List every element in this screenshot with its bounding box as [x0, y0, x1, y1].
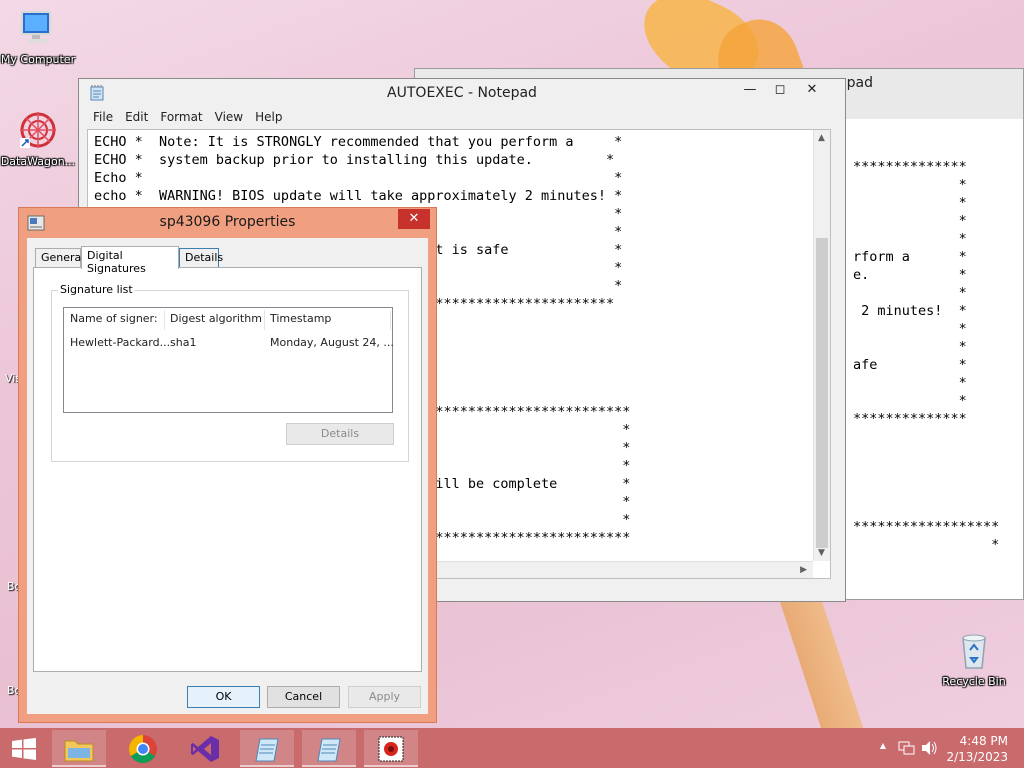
menu-view[interactable]: View — [209, 109, 249, 125]
column-header-digest[interactable]: Digest algorithm — [170, 312, 262, 325]
start-button[interactable] — [0, 730, 48, 767]
taskbar-visual-studio[interactable] — [178, 730, 232, 767]
signature-list[interactable]: Name of signer: Digest algorithm Timesta… — [63, 307, 394, 413]
close-button[interactable]: ✕ — [398, 209, 430, 229]
desktop-icon-label: My Computer — [0, 53, 76, 66]
title-bar[interactable]: AUTOEXEC - Notepad — ◻ ✕ — [79, 79, 845, 109]
ok-button[interactable]: OK — [187, 686, 260, 708]
column-separator[interactable] — [390, 310, 391, 330]
menu-file[interactable]: File — [87, 109, 119, 125]
properties-dialog[interactable]: sp43096 Properties ✕ General Digital Sig… — [18, 207, 437, 723]
clock-time: 4:48 PM — [959, 734, 1008, 748]
scroll-up-icon[interactable]: ▲ — [818, 133, 825, 143]
close-icon: ✕ — [806, 82, 818, 97]
maximize-icon: ◻ — [774, 82, 786, 97]
tab-details[interactable]: Details — [179, 248, 223, 268]
minimize-button[interactable]: — — [735, 79, 765, 101]
desktop-icon-datawagon[interactable]: DataWagon... — [0, 110, 76, 168]
desktop-icon-recycle-bin[interactable]: Recycle Bin — [936, 630, 1012, 688]
menu-format[interactable]: Format — [154, 109, 208, 125]
folder-icon — [64, 740, 94, 762]
tab-general[interactable]: General — [35, 248, 84, 268]
window-title: AUTOEXEC - Notepad — [387, 85, 537, 101]
title-bar[interactable]: sp43096 Properties ✕ — [19, 208, 436, 238]
apply-button[interactable]: Apply — [348, 686, 421, 708]
cancel-button[interactable]: Cancel — [267, 686, 340, 708]
clock[interactable]: 4:48 PM 2/13/2023 — [946, 733, 1008, 765]
desktop-icon-label: Recycle Bin — [942, 675, 1006, 688]
close-button[interactable]: ✕ — [795, 79, 829, 101]
column-header-timestamp[interactable]: Timestamp — [270, 312, 331, 325]
certificate-icon — [378, 736, 404, 762]
scroll-right-icon[interactable]: ▶ — [800, 565, 807, 575]
visual-studio-icon — [191, 736, 219, 762]
cell-timestamp: Monday, August 24, ... — [270, 336, 394, 349]
show-hidden-icons-icon[interactable]: ▲ — [880, 741, 886, 750]
notepad-icon — [255, 738, 279, 762]
signature-list-group: Signature list Name of signer: Digest al… — [51, 283, 409, 462]
taskbar: ▲ 4:48 PM 2/13/2023 — [0, 728, 1024, 768]
computer-icon — [21, 11, 51, 43]
tab-digital-signatures[interactable]: Digital Signatures — [81, 246, 179, 275]
windows-logo-icon — [12, 738, 36, 760]
dialog-body: General Digital Signatures Details Signa… — [27, 238, 428, 714]
group-label: Signature list — [58, 283, 135, 296]
taskbar-notepad[interactable] — [302, 730, 356, 767]
scrollbar-thumb[interactable] — [816, 238, 828, 548]
datawagon-icon — [20, 112, 56, 148]
recycle-bin-icon — [962, 634, 986, 669]
vertical-scrollbar[interactable]: ▲ ▼ — [813, 130, 830, 561]
taskbar-properties[interactable] — [364, 730, 418, 767]
cell-digest: sha1 — [170, 336, 197, 349]
taskbar-chrome[interactable] — [116, 730, 170, 767]
clock-date: 2/13/2023 — [946, 750, 1008, 764]
dialog-title: sp43096 Properties — [159, 214, 296, 230]
scroll-down-icon[interactable]: ▼ — [818, 548, 825, 558]
column-separator[interactable] — [164, 310, 165, 330]
taskbar-file-explorer[interactable] — [52, 730, 106, 767]
minimize-icon: — — [743, 82, 757, 97]
menu-help[interactable]: Help — [249, 109, 288, 125]
column-separator[interactable] — [264, 310, 265, 330]
menu-edit[interactable]: Edit — [119, 109, 154, 125]
network-icon[interactable] — [898, 740, 916, 756]
maximize-button[interactable]: ◻ — [765, 79, 795, 101]
close-icon: ✕ — [408, 211, 420, 226]
desktop-icon-label: DataWagon... — [0, 155, 76, 168]
notepad-icon — [317, 738, 341, 762]
chrome-icon — [129, 735, 157, 763]
column-header-signer[interactable]: Name of signer: — [70, 312, 158, 325]
taskbar-notepad[interactable] — [240, 730, 294, 767]
details-button[interactable]: Details — [286, 423, 394, 445]
volume-icon[interactable] — [920, 740, 938, 756]
desktop-icon-my-computer[interactable]: My Computer — [0, 8, 76, 66]
menu-bar: File Edit Format View Help — [79, 109, 845, 129]
tab-panel: Signature list Name of signer: Digest al… — [33, 267, 422, 672]
cell-signer: Hewlett-Packard... — [70, 336, 171, 349]
